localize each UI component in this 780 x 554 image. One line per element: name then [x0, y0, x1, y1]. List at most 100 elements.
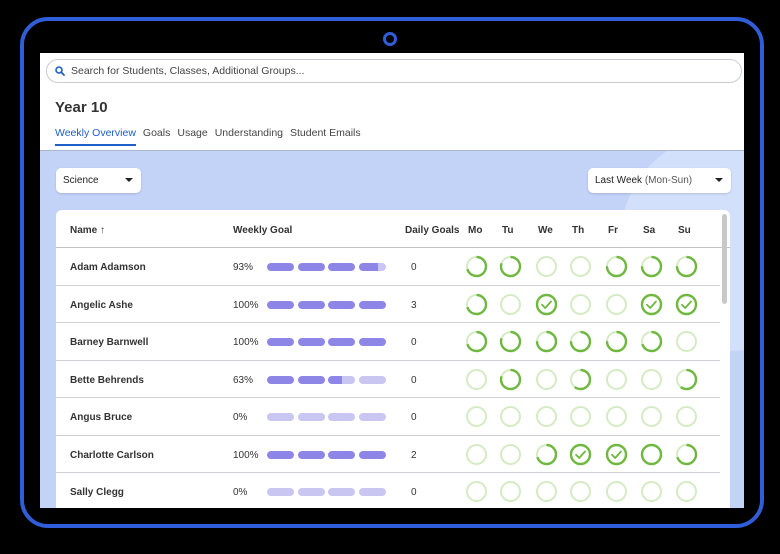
- tab-weekly-overview[interactable]: Weekly Overview: [55, 127, 136, 146]
- progress-segment: [297, 263, 325, 271]
- day-progress-fr[interactable]: [605, 368, 628, 391]
- progress-segment-fill: [267, 263, 294, 271]
- scrollbar[interactable]: [722, 214, 727, 304]
- progress-ring-fill: [569, 443, 591, 465]
- day-progress-su[interactable]: [675, 443, 698, 466]
- day-progress-sa[interactable]: [640, 443, 663, 466]
- day-progress-we[interactable]: [535, 443, 558, 466]
- weekly-goal-percent: 0%: [233, 487, 248, 498]
- day-progress-sa[interactable]: [640, 480, 663, 503]
- progress-segment-fill: [267, 338, 294, 346]
- day-progress-th[interactable]: [569, 255, 592, 278]
- day-progress-we[interactable]: [535, 293, 558, 316]
- search-bar[interactable]: [46, 59, 742, 83]
- day-progress-su[interactable]: [675, 368, 698, 391]
- day-progress-mo[interactable]: [465, 255, 488, 278]
- day-progress-tu[interactable]: [499, 255, 522, 278]
- progress-segment-fill: [297, 263, 325, 271]
- day-progress-fr[interactable]: [605, 255, 628, 278]
- weekly-goal-progress: [267, 338, 389, 346]
- progress-segment-fill: [328, 450, 355, 459]
- day-progress-mo[interactable]: [465, 480, 488, 503]
- daily-goals-count: 2: [411, 449, 417, 461]
- progress-segment-fill: [328, 338, 355, 346]
- day-progress-fr[interactable]: [605, 405, 628, 428]
- check-icon: [645, 300, 657, 309]
- sort-ascending-icon: ↑: [100, 225, 106, 236]
- day-progress-sa[interactable]: [640, 255, 663, 278]
- day-progress-su[interactable]: [675, 405, 698, 428]
- student-name[interactable]: Barney Barnwell: [70, 337, 148, 348]
- day-progress-tu[interactable]: [499, 480, 522, 503]
- column-header-daily-goals[interactable]: Daily Goals: [405, 225, 459, 236]
- day-progress-we[interactable]: [535, 405, 558, 428]
- day-progress-sa[interactable]: [640, 330, 663, 353]
- weekly-goal-percent: 100%: [233, 299, 259, 311]
- tab-goals[interactable]: Goals: [143, 127, 170, 146]
- day-progress-sa[interactable]: [640, 293, 663, 316]
- day-progress-sa[interactable]: [640, 405, 663, 428]
- day-progress-tu[interactable]: [499, 443, 522, 466]
- progress-segment-fill: [267, 375, 294, 384]
- table-row[interactable]: Angus Bruce 0% 0: [56, 398, 720, 436]
- table-row[interactable]: Bette Behrends 63% 0: [56, 361, 720, 398]
- day-progress-we[interactable]: [535, 368, 558, 391]
- weekly-goal-progress: [267, 263, 389, 271]
- day-progress-mo[interactable]: [465, 330, 488, 353]
- day-progress-we[interactable]: [535, 255, 558, 278]
- column-header-weekly-goal[interactable]: Weekly Goal: [233, 225, 292, 236]
- progress-segment: [267, 450, 294, 459]
- day-progress-sa[interactable]: [640, 368, 663, 391]
- table-row[interactable]: Barney Barnwell 100% 0: [56, 323, 720, 361]
- table-row[interactable]: Adam Adamson 93% 0: [56, 248, 720, 286]
- student-name[interactable]: Adam Adamson: [70, 262, 146, 273]
- day-progress-fr[interactable]: [605, 330, 628, 353]
- day-progress-th[interactable]: [569, 405, 592, 428]
- student-name[interactable]: Angus Bruce: [70, 412, 132, 423]
- day-progress-fr[interactable]: [605, 443, 628, 466]
- tab-usage[interactable]: Usage: [177, 127, 207, 146]
- main-content: Science Last Week (Mon-Sun) Name ↑ Weekl…: [40, 150, 744, 508]
- day-progress-mo[interactable]: [465, 293, 488, 316]
- period-dropdown[interactable]: Last Week (Mon-Sun): [588, 168, 731, 193]
- day-progress-th[interactable]: [569, 293, 592, 316]
- student-name[interactable]: Angelic Ashe: [70, 300, 133, 311]
- student-name[interactable]: Sally Clegg: [70, 487, 124, 498]
- day-progress-th[interactable]: [569, 443, 592, 466]
- day-progress-mo[interactable]: [465, 443, 488, 466]
- column-header-name[interactable]: Name ↑: [70, 225, 105, 236]
- day-progress-su[interactable]: [675, 480, 698, 503]
- day-progress-su[interactable]: [675, 330, 698, 353]
- day-progress-fr[interactable]: [605, 480, 628, 503]
- day-progress-tu[interactable]: [499, 293, 522, 316]
- student-name[interactable]: Charlotte Carlson: [70, 450, 154, 461]
- progress-segment-fill: [328, 375, 343, 384]
- day-progress-we[interactable]: [535, 480, 558, 503]
- student-name[interactable]: Bette Behrends: [70, 375, 144, 386]
- tab-student-emails[interactable]: Student Emails: [290, 127, 361, 146]
- table-row[interactable]: Angelic Ashe 100% 3: [56, 286, 720, 323]
- progress-segment: [297, 300, 325, 309]
- day-progress-su[interactable]: [675, 293, 698, 316]
- search-input[interactable]: [71, 65, 671, 77]
- day-progress-tu[interactable]: [499, 368, 522, 391]
- daily-goals-count: 0: [411, 487, 417, 498]
- day-progress-mo[interactable]: [465, 405, 488, 428]
- day-progress-we[interactable]: [535, 330, 558, 353]
- day-progress-th[interactable]: [569, 330, 592, 353]
- tab-understanding[interactable]: Understanding: [215, 127, 283, 146]
- weekly-goal-progress: [267, 300, 389, 309]
- table-row[interactable]: Sally Clegg 0% 0: [56, 473, 720, 508]
- period-dropdown-value: Last Week: [595, 175, 643, 186]
- day-progress-tu[interactable]: [499, 405, 522, 428]
- day-progress-tu[interactable]: [499, 330, 522, 353]
- day-header-su: Su: [678, 225, 691, 236]
- day-progress-th[interactable]: [569, 368, 592, 391]
- day-progress-fr[interactable]: [605, 293, 628, 316]
- subject-dropdown[interactable]: Science: [56, 168, 141, 193]
- day-progress-th[interactable]: [569, 480, 592, 503]
- day-progress-mo[interactable]: [465, 368, 488, 391]
- day-progress-su[interactable]: [675, 255, 698, 278]
- daily-goals-count: 3: [411, 299, 417, 311]
- table-row[interactable]: Charlotte Carlson 100% 2: [56, 436, 720, 473]
